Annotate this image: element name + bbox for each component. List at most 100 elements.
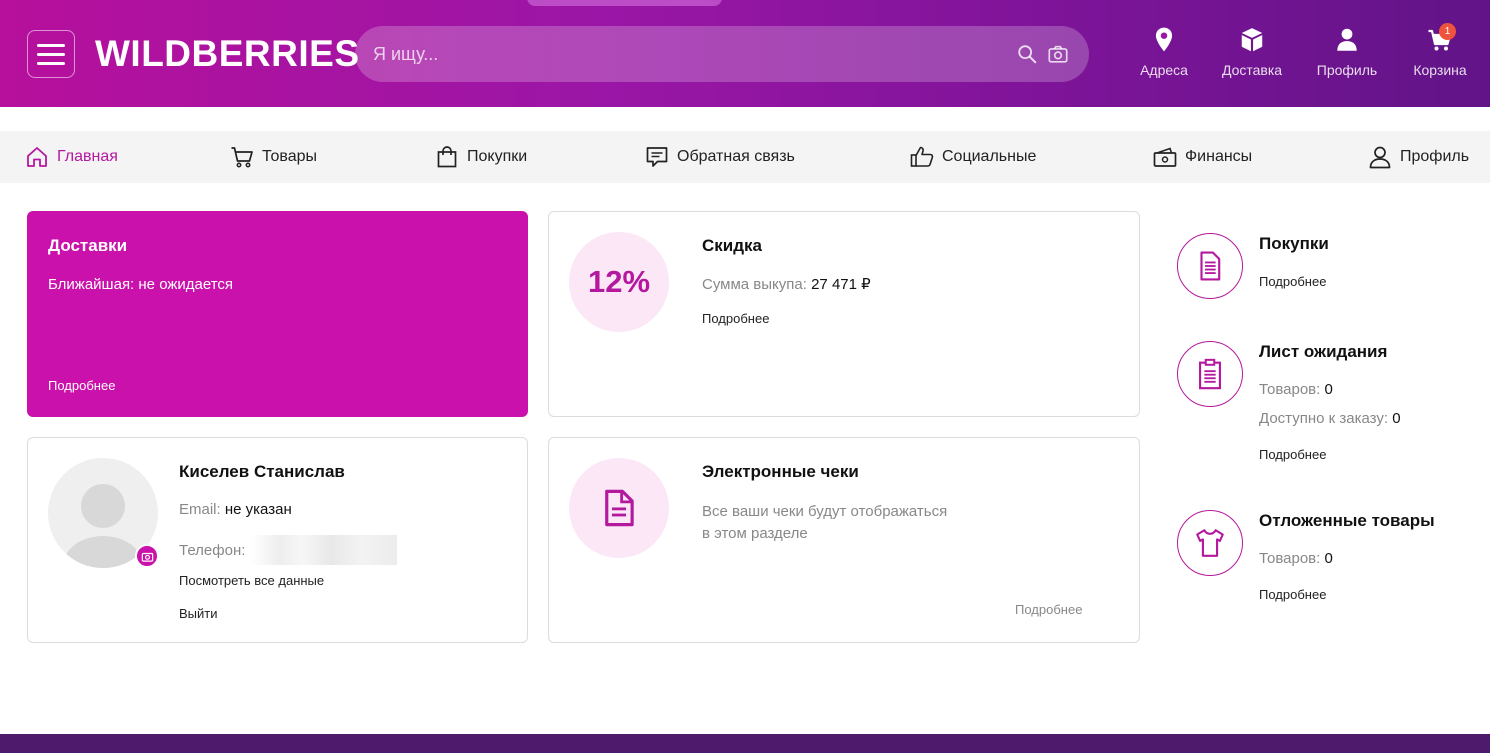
search-input[interactable] [373, 26, 993, 82]
profile-card: Киселев Станислав Email: не указан Телеф… [27, 437, 528, 643]
discount-circle: 12% [569, 232, 669, 332]
nav-addresses[interactable]: Адреса [1140, 26, 1188, 78]
deliveries-title: Доставки [48, 236, 128, 255]
waitlist-goods-value: 0 [1324, 381, 1333, 398]
nav-profile-label: Профиль [1316, 62, 1378, 78]
profile-email-value: не указан [224, 501, 292, 518]
profile-email: Email: не указан [179, 501, 292, 518]
tab-goods-label: Товары [262, 148, 318, 165]
chat-icon [646, 147, 668, 167]
side-purchases-title: Покупки [1259, 234, 1329, 253]
postponed-goods-value: 0 [1324, 550, 1333, 567]
postponed-icon-circle[interactable] [1177, 510, 1243, 576]
tab-profile[interactable]: Профиль [1368, 131, 1469, 183]
postponed-goods-label: Товаров: [1259, 550, 1321, 567]
tab-finance-label: Финансы [1185, 148, 1253, 165]
search-bar [355, 26, 1089, 82]
deliveries-more-link[interactable]: Подробнее [48, 378, 115, 393]
side-waitlist-title: Лист ожидания [1259, 342, 1388, 361]
avatar-upload-button[interactable] [135, 544, 159, 568]
purchases-icon-circle[interactable] [1177, 233, 1243, 299]
profile-phone-label: Телефон: [179, 541, 246, 559]
menu-icon-line [37, 52, 65, 56]
profile-phone: Телефон: [179, 535, 398, 565]
discount-card: 12% Скидка Сумма выкупа: 27 471 ₽ Подроб… [548, 211, 1140, 417]
tshirt-icon [1196, 529, 1224, 557]
tab-goods[interactable]: Товары [230, 131, 317, 183]
menu-button[interactable] [27, 30, 75, 78]
receipts-desc-line1: Все ваши чеки будут отображаться [702, 503, 948, 520]
header: WILDBERRIES Адреса Доставка [0, 0, 1490, 107]
receipts-more-link[interactable]: Подробнее [1015, 602, 1082, 617]
waitlist-icon-circle[interactable] [1177, 341, 1243, 407]
logout-link[interactable]: Выйти [179, 606, 218, 621]
nav-delivery-label: Доставка [1221, 62, 1283, 78]
side-purchases: Покупки Подробнее [1259, 234, 1329, 289]
nav-profile[interactable]: Профиль [1317, 26, 1377, 78]
waitlist-available-value: 0 [1392, 410, 1401, 427]
discount-sum-label: Сумма выкупа: [702, 276, 807, 293]
shopping-cart-icon [231, 147, 253, 168]
side-waitlist: Лист ожидания Товаров: 0 Доступно к зака… [1259, 342, 1401, 462]
discount-title: Скидка [702, 236, 762, 255]
side-waitlist-available: Доступно к заказу: 0 [1259, 410, 1401, 427]
thumb-up-icon [910, 146, 934, 167]
receipts-desc-line2: в этом разделе [702, 525, 808, 542]
footer [0, 734, 1490, 753]
pin-icon [1155, 27, 1173, 52]
discount-sum-value: 27 471 ₽ [811, 276, 871, 293]
camera-icon[interactable] [1047, 43, 1069, 65]
wallet-icon [1153, 147, 1177, 167]
receipts-description: Все ваши чеки будут отображаться в этом … [702, 501, 947, 545]
tab-finance[interactable]: Финансы [1153, 131, 1252, 183]
tab-social-label: Социальные [942, 148, 1037, 165]
side-postponed-goods: Товаров: 0 [1259, 550, 1435, 567]
menu-icon-line [37, 61, 65, 65]
avatar-head [81, 484, 125, 528]
profile-name: Киселев Станислав [179, 462, 345, 481]
cart-count-badge: 1 [1439, 23, 1456, 40]
tab-feedback[interactable]: Обратная связь [645, 131, 795, 183]
clipboard-icon [1199, 358, 1221, 390]
tab-home[interactable]: Главная [25, 131, 118, 183]
document-icon [1200, 251, 1221, 281]
nav-addresses-label: Адреса [1140, 62, 1188, 78]
tab-home-label: Главная [57, 148, 118, 165]
nav-cart-label: Корзина [1413, 62, 1467, 78]
search-icon[interactable] [1016, 43, 1038, 65]
profile-icon [1369, 146, 1391, 169]
tab-purchases-label: Покупки [467, 148, 528, 165]
home-icon [27, 147, 47, 167]
tab-social[interactable]: Социальные [910, 131, 1036, 183]
waitlist-available-label: Доступно к заказу: [1259, 410, 1389, 427]
view-all-data-link[interactable]: Посмотреть все данные [179, 573, 324, 588]
discount-more-link[interactable]: Подробнее [702, 311, 769, 326]
receipts-title: Электронные чеки [702, 462, 859, 481]
phone-redacted [251, 535, 398, 565]
profile-email-label: Email: [179, 501, 221, 518]
tab-profile-label: Профиль [1400, 148, 1470, 165]
deliveries-card[interactable]: Доставки Ближайшая: не ожидается Подробн… [27, 211, 528, 417]
side-waitlist-goods: Товаров: 0 [1259, 381, 1401, 398]
profile-subnav: Главная Товары Покупки Обратная связь Со… [0, 131, 1490, 183]
side-waitlist-more-link[interactable]: Подробнее [1259, 447, 1401, 462]
waitlist-goods-label: Товаров: [1259, 381, 1321, 398]
deliveries-nearest: Ближайшая: не ожидается [48, 276, 234, 293]
tab-feedback-label: Обратная связь [677, 148, 795, 165]
tab-purchases[interactable]: Покупки [435, 131, 527, 183]
avatar-camera-icon [141, 552, 153, 562]
nav-cart[interactable]: 1 Корзина [1411, 23, 1469, 78]
document-icon [605, 489, 634, 527]
nav-delivery[interactable]: Доставка [1222, 26, 1282, 78]
side-postponed-title: Отложенные товары [1259, 511, 1435, 530]
user-icon [1337, 28, 1357, 51]
logo[interactable]: WILDBERRIES [95, 33, 360, 75]
box-icon [1241, 28, 1263, 52]
side-postponed-more-link[interactable]: Подробнее [1259, 587, 1435, 602]
bag-icon [437, 146, 457, 168]
receipts-card: Электронные чеки Все ваши чеки будут ото… [548, 437, 1140, 643]
menu-icon-line [37, 43, 65, 47]
side-postponed: Отложенные товары Товаров: 0 Подробнее [1259, 511, 1435, 602]
side-purchases-more-link[interactable]: Подробнее [1259, 274, 1329, 289]
discount-sum: Сумма выкупа: 27 471 ₽ [702, 275, 871, 293]
